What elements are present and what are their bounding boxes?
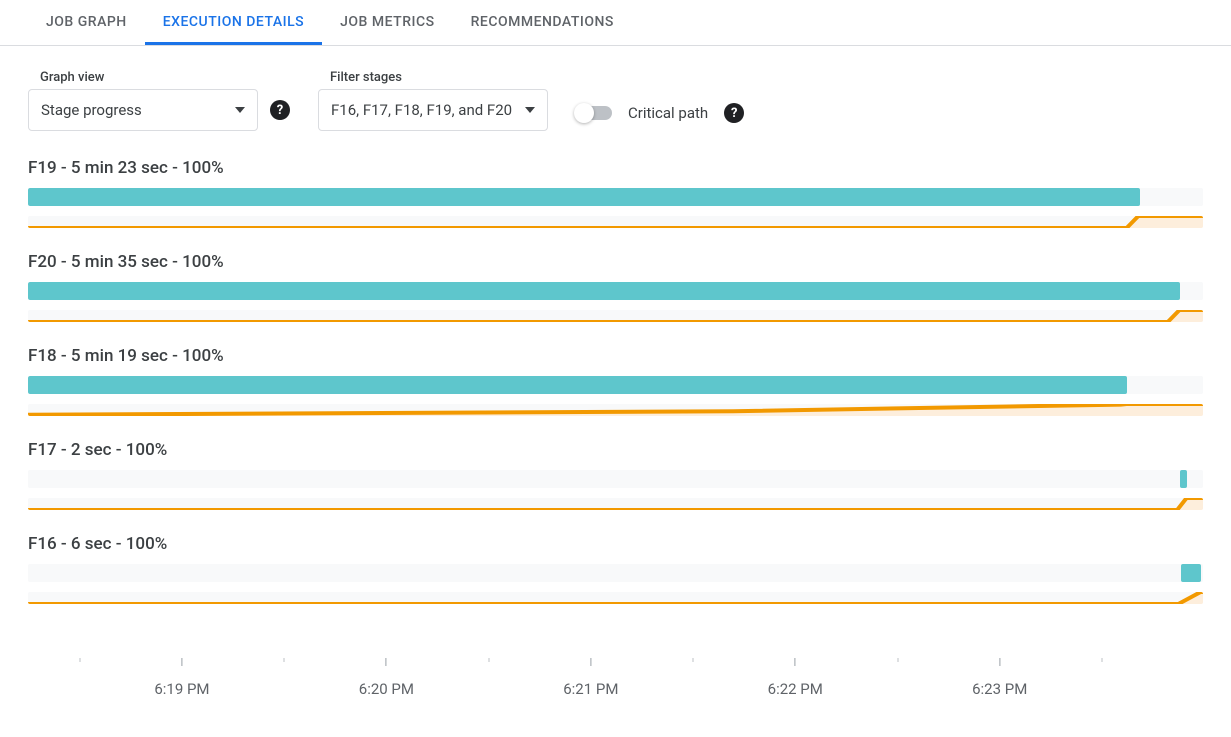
- stage-progress-track: [28, 470, 1203, 488]
- stage-progress-bar: [1180, 470, 1187, 488]
- filter-stages-label: Filter stages: [318, 70, 548, 85]
- tick-mark: [1101, 658, 1102, 662]
- stage-title: F17 - 2 sec - 100%: [28, 440, 1203, 460]
- tab-job-metrics[interactable]: JOB METRICS: [322, 0, 452, 45]
- axis-tick: 6:23 PM: [972, 658, 1027, 698]
- tab-bar: JOB GRAPH EXECUTION DETAILS JOB METRICS …: [0, 0, 1231, 46]
- tick-mark: [386, 658, 387, 666]
- filter-stages-select[interactable]: F16, F17, F18, F19, and F20: [318, 89, 548, 131]
- stage-title: F18 - 5 min 19 sec - 100%: [28, 346, 1203, 366]
- stage-progress-track: [28, 376, 1203, 394]
- stage-title: F20 - 5 min 35 sec - 100%: [28, 252, 1203, 272]
- tick-label: 6:23 PM: [972, 680, 1027, 698]
- tick-mark: [79, 658, 80, 662]
- stage-progress-bar: [1181, 564, 1201, 582]
- critical-path-label: Critical path: [628, 104, 708, 122]
- help-icon[interactable]: ?: [724, 103, 744, 123]
- tab-execution-details[interactable]: EXECUTION DETAILS: [145, 0, 322, 45]
- tick-mark: [897, 658, 898, 662]
- tick-mark: [488, 658, 489, 662]
- stage-latency-track: [28, 498, 1203, 510]
- critical-path-group: Critical path ?: [576, 92, 744, 134]
- tick-mark: [795, 658, 796, 666]
- tick-label: 6:20 PM: [359, 680, 414, 698]
- axis-tick: [488, 658, 489, 662]
- chevron-down-icon: [235, 107, 245, 113]
- tick-mark: [999, 658, 1000, 666]
- stage-row[interactable]: F20 - 5 min 35 sec - 100%: [28, 252, 1203, 322]
- stage-latency-track: [28, 216, 1203, 228]
- filter-stages-group: Filter stages F16, F17, F18, F19, and F2…: [318, 70, 548, 131]
- axis-tick: [693, 658, 694, 662]
- stage-row[interactable]: F16 - 6 sec - 100%: [28, 534, 1203, 604]
- stage-progress-bar: [28, 376, 1127, 394]
- axis-tick: 6:22 PM: [768, 658, 823, 698]
- tick-mark: [590, 658, 591, 666]
- tab-job-graph[interactable]: JOB GRAPH: [28, 0, 145, 45]
- stage-latency-track: [28, 404, 1203, 416]
- stage-row[interactable]: F19 - 5 min 23 sec - 100%: [28, 158, 1203, 228]
- graph-view-label: Graph view: [28, 70, 290, 85]
- stage-title: F19 - 5 min 23 sec - 100%: [28, 158, 1203, 178]
- tab-recommendations[interactable]: RECOMMENDATIONS: [453, 0, 632, 45]
- stage-row[interactable]: F17 - 2 sec - 100%: [28, 440, 1203, 510]
- axis-tick: [284, 658, 285, 662]
- stage-latency-track: [28, 592, 1203, 604]
- help-icon[interactable]: ?: [270, 100, 290, 120]
- axis-tick: 6:19 PM: [154, 658, 209, 698]
- stage-progress-track: [28, 188, 1203, 206]
- controls-row: Graph view Stage progress ? Filter stage…: [0, 46, 1231, 142]
- axis-tick: 6:20 PM: [359, 658, 414, 698]
- time-axis: 6:19 PM 6:20 PM 6:21 PM 6:22 PM 6:23 PM: [28, 658, 1203, 708]
- axis-tick: 6:21 PM: [563, 658, 618, 698]
- critical-path-toggle[interactable]: [576, 106, 612, 120]
- stage-progress-bar: [28, 282, 1180, 300]
- stage-progress-track: [28, 564, 1203, 582]
- graph-view-value: Stage progress: [41, 101, 142, 119]
- graph-view-group: Graph view Stage progress ?: [28, 70, 290, 131]
- filter-stages-value: F16, F17, F18, F19, and F20: [331, 101, 512, 119]
- tick-mark: [181, 658, 182, 666]
- stage-progress-chart: F19 - 5 min 23 sec - 100% F20 - 5 min 35 …: [0, 142, 1231, 652]
- axis-tick: [1101, 658, 1102, 662]
- tick-label: 6:22 PM: [768, 680, 823, 698]
- graph-view-select[interactable]: Stage progress: [28, 89, 258, 131]
- tick-label: 6:21 PM: [563, 680, 618, 698]
- stage-latency-track: [28, 310, 1203, 322]
- tick-mark: [693, 658, 694, 662]
- axis-tick: [79, 658, 80, 662]
- stage-row[interactable]: F18 - 5 min 19 sec - 100%: [28, 346, 1203, 416]
- chevron-down-icon: [525, 107, 535, 113]
- axis-tick: [897, 658, 898, 662]
- stage-progress-track: [28, 282, 1203, 300]
- tick-label: 6:19 PM: [154, 680, 209, 698]
- stage-title: F16 - 6 sec - 100%: [28, 534, 1203, 554]
- stage-progress-bar: [28, 188, 1140, 206]
- tick-mark: [284, 658, 285, 662]
